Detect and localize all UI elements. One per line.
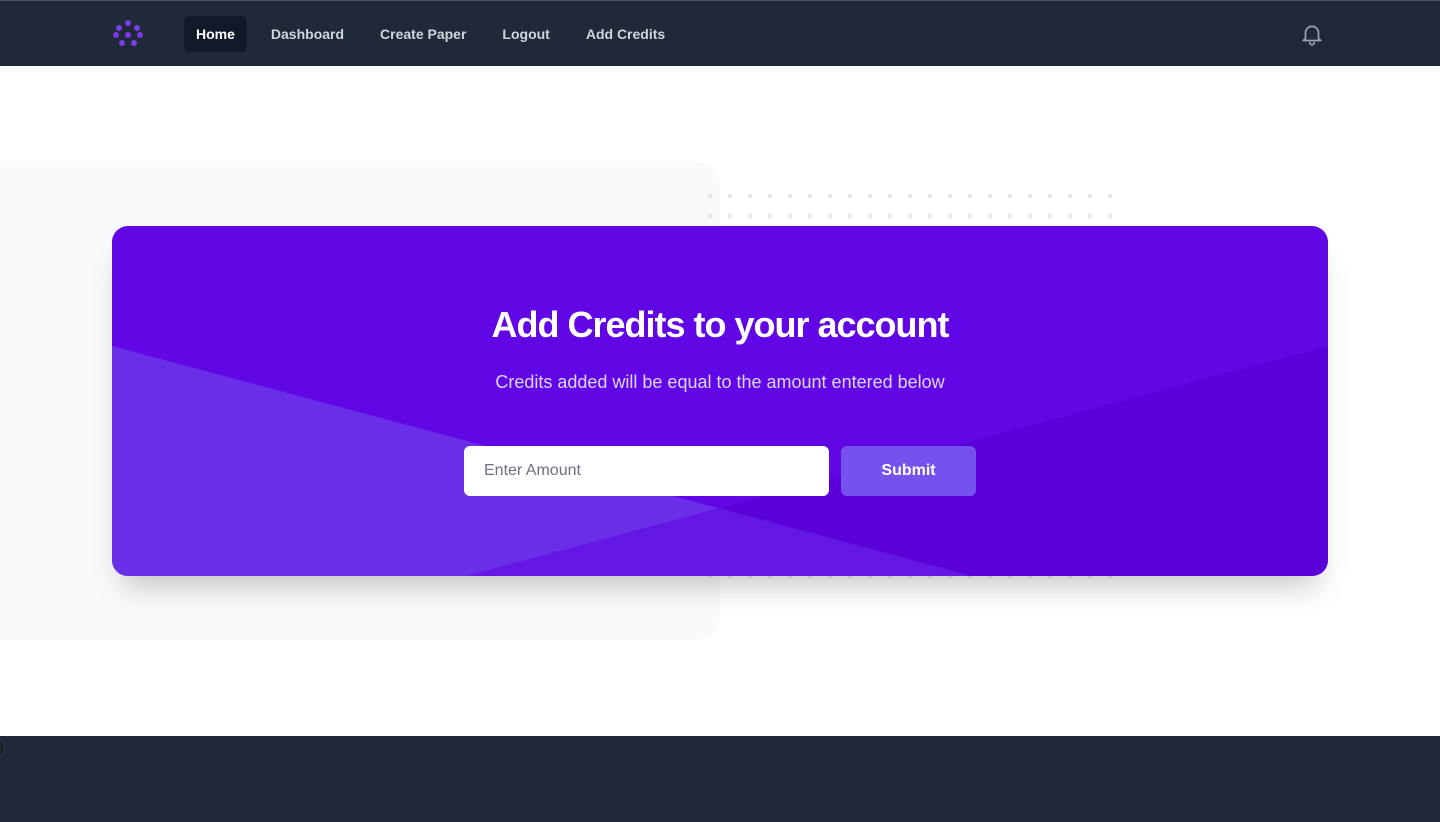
- top-navbar: Home Dashboard Create Paper Logout Add C…: [0, 0, 1440, 66]
- footer: [0, 736, 1440, 822]
- nav-link-dashboard[interactable]: Dashboard: [259, 16, 356, 52]
- nav-link-create-paper[interactable]: Create Paper: [368, 16, 478, 52]
- amount-input[interactable]: [464, 446, 829, 496]
- nav-link-home[interactable]: Home: [184, 16, 247, 52]
- nav-link-add-credits[interactable]: Add Credits: [574, 16, 677, 52]
- dots-cluster-logo-icon[interactable]: [112, 18, 144, 50]
- bell-icon[interactable]: [1299, 21, 1325, 47]
- nav-link-logout[interactable]: Logout: [490, 16, 561, 52]
- text-cursor: [1, 742, 2, 754]
- nav-links: Home Dashboard Create Paper Logout Add C…: [184, 16, 685, 52]
- submit-button[interactable]: Submit: [841, 446, 976, 496]
- card-title: Add Credits to your account: [491, 304, 949, 345]
- card-subtitle: Credits added will be equal to the amoun…: [495, 372, 945, 392]
- card-background-shapes: [112, 346, 1328, 576]
- add-credits-card: Add Credits to your account Credits adde…: [112, 226, 1328, 576]
